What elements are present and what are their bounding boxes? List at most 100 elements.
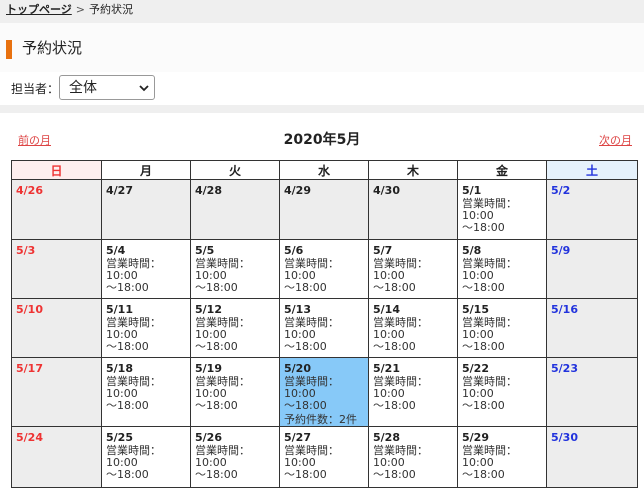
day-number: 5/4	[106, 244, 126, 257]
staff-select[interactable]: 全体	[59, 75, 155, 100]
business-hours: 営業時間：10:00 ～18:00	[462, 444, 517, 481]
week-row: 5/17 5/18 営業時間：10:00 ～18:00 5/19 営業時間：10:00…	[11, 357, 638, 427]
day-cell[interactable]: 5/1 営業時間：10:00 ～18:00	[457, 179, 547, 240]
day-number: 5/9	[551, 244, 571, 257]
business-hours: 営業時間：10:00 ～18:00	[462, 375, 517, 412]
day-cell: 5/24	[11, 426, 102, 488]
business-hours: 営業時間：10:00 ～18:00	[373, 444, 428, 481]
booking-count: 予約件数：2件	[284, 413, 357, 426]
business-hours: 営業時間：10:00 ～18:00	[106, 375, 161, 412]
business-hours: 営業時間：10:00 ～18:00	[373, 316, 428, 353]
day-cell: 4/27	[101, 179, 191, 240]
weekday-sat: 土	[546, 160, 638, 180]
staff-select-value: 全体	[69, 80, 97, 96]
day-number: 5/26	[195, 431, 222, 444]
day-cell-selected[interactable]: 5/20 営業時間：10:00 ～18:00 予約件数：2件	[279, 357, 369, 427]
day-number: 5/23	[551, 362, 578, 375]
day-number: 4/28	[195, 184, 222, 197]
chevron-down-icon	[139, 85, 149, 92]
day-cell[interactable]: 5/5 営業時間：10:00 ～18:00	[190, 239, 280, 299]
day-cell: 5/2	[546, 179, 638, 240]
day-cell[interactable]: 5/19 営業時間：10:00 ～18:00	[190, 357, 280, 427]
day-cell[interactable]: 5/14 営業時間：10:00 ～18:00	[368, 298, 458, 358]
calendar-table: 日 月 火 水 木 金 土 4/26 4/27 4/28 4/29 4/30 5…	[11, 160, 638, 488]
day-cell: 4/29	[279, 179, 369, 240]
day-number: 5/15	[462, 303, 489, 316]
day-number: 5/29	[462, 431, 489, 444]
business-hours: 営業時間：10:00 ～18:00	[106, 444, 161, 481]
day-cell: 5/3	[11, 239, 102, 299]
business-hours: 営業時間：10:00 ～18:00	[195, 257, 250, 294]
business-hours: 営業時間：10:00 ～18:00	[462, 197, 517, 234]
day-number: 5/2	[551, 184, 571, 197]
title-accent-bar	[6, 40, 12, 59]
day-number: 5/14	[373, 303, 400, 316]
business-hours: 営業時間：10:00 ～18:00	[106, 257, 161, 294]
day-cell[interactable]: 5/28 営業時間：10:00 ～18:00	[368, 426, 458, 488]
next-month-link[interactable]: 次の月	[599, 134, 632, 148]
day-cell: 4/30	[368, 179, 458, 240]
day-cell: 5/16	[546, 298, 638, 358]
weekday-wed: 水	[279, 160, 369, 180]
day-cell: 5/30	[546, 426, 638, 488]
business-hours: 営業時間：10:00 ～18:00	[284, 375, 339, 412]
business-hours: 営業時間：10:00 ～18:00	[106, 316, 161, 353]
day-number: 5/11	[106, 303, 133, 316]
day-number: 5/18	[106, 362, 133, 375]
day-cell[interactable]: 5/12 営業時間：10:00 ～18:00	[190, 298, 280, 358]
day-number: 5/20	[284, 362, 311, 375]
weekday-sun: 日	[11, 160, 102, 180]
breadcrumb-separator: >	[75, 3, 85, 16]
week-row: 4/26 4/27 4/28 4/29 4/30 5/1 営業時間：10:00 ～1…	[11, 179, 638, 240]
day-cell[interactable]: 5/6 営業時間：10:00 ～18:00	[279, 239, 369, 299]
day-cell[interactable]: 5/18 営業時間：10:00 ～18:00	[101, 357, 191, 427]
day-cell[interactable]: 5/27 営業時間：10:00 ～18:00	[279, 426, 369, 488]
breadcrumb-current: 予約状況	[89, 3, 133, 16]
day-cell: 5/17	[11, 357, 102, 427]
day-number: 5/13	[284, 303, 311, 316]
day-cell[interactable]: 5/7 営業時間：10:00 ～18:00	[368, 239, 458, 299]
month-title: 2020年5月	[283, 132, 361, 148]
breadcrumb-home-link[interactable]: トップページ	[6, 3, 72, 16]
day-cell[interactable]: 5/8 営業時間：10:00 ～18:00	[457, 239, 547, 299]
day-cell[interactable]: 5/25 営業時間：10:00 ～18:00	[101, 426, 191, 488]
business-hours: 営業時間：10:00 ～18:00	[373, 375, 428, 412]
day-number: 5/27	[284, 431, 311, 444]
business-hours: 営業時間：10:00 ～18:00	[284, 316, 339, 353]
day-cell: 4/26	[11, 179, 102, 240]
day-number: 5/30	[551, 431, 578, 444]
day-cell[interactable]: 5/29 営業時間：10:00 ～18:00	[457, 426, 547, 488]
day-number: 4/30	[373, 184, 400, 197]
day-number: 5/22	[462, 362, 489, 375]
day-number: 5/21	[373, 362, 400, 375]
day-cell[interactable]: 5/21 営業時間：10:00 ～18:00	[368, 357, 458, 427]
business-hours: 営業時間：10:00 ～18:00	[195, 444, 250, 481]
business-hours: 営業時間：10:00 ～18:00	[195, 375, 250, 412]
day-number: 4/29	[284, 184, 311, 197]
weekday-thu: 木	[368, 160, 458, 180]
day-number: 4/27	[106, 184, 133, 197]
day-number: 5/19	[195, 362, 222, 375]
day-cell: 5/10	[11, 298, 102, 358]
day-number: 5/24	[16, 431, 43, 444]
day-number: 5/17	[16, 362, 43, 375]
day-cell: 5/23	[546, 357, 638, 427]
day-cell: 4/28	[190, 179, 280, 240]
business-hours: 営業時間：10:00 ～18:00	[284, 257, 339, 294]
staff-filter-label: 担当者：	[11, 82, 60, 96]
page-title: 予約状況	[22, 39, 83, 57]
day-cell[interactable]: 5/4 営業時間：10:00 ～18:00	[101, 239, 191, 299]
day-cell[interactable]: 5/13 営業時間：10:00 ～18:00	[279, 298, 369, 358]
week-row: 5/10 5/11 営業時間：10:00 ～18:00 5/12 営業時間：10:00…	[11, 298, 638, 358]
breadcrumb: トップページ > 予約状況	[6, 3, 133, 17]
day-cell[interactable]: 5/22 営業時間：10:00 ～18:00	[457, 357, 547, 427]
day-cell[interactable]: 5/11 営業時間：10:00 ～18:00	[101, 298, 191, 358]
day-number: 5/1	[462, 184, 482, 197]
day-cell[interactable]: 5/26 営業時間：10:00 ～18:00	[190, 426, 280, 488]
day-number: 5/25	[106, 431, 133, 444]
weekday-mon: 月	[101, 160, 191, 180]
day-number: 5/3	[16, 244, 36, 257]
weekday-tue: 火	[190, 160, 280, 180]
day-cell[interactable]: 5/15 営業時間：10:00 ～18:00	[457, 298, 547, 358]
week-row: 5/24 5/25 営業時間：10:00 ～18:00 5/26 営業時間：10:00…	[11, 426, 638, 488]
